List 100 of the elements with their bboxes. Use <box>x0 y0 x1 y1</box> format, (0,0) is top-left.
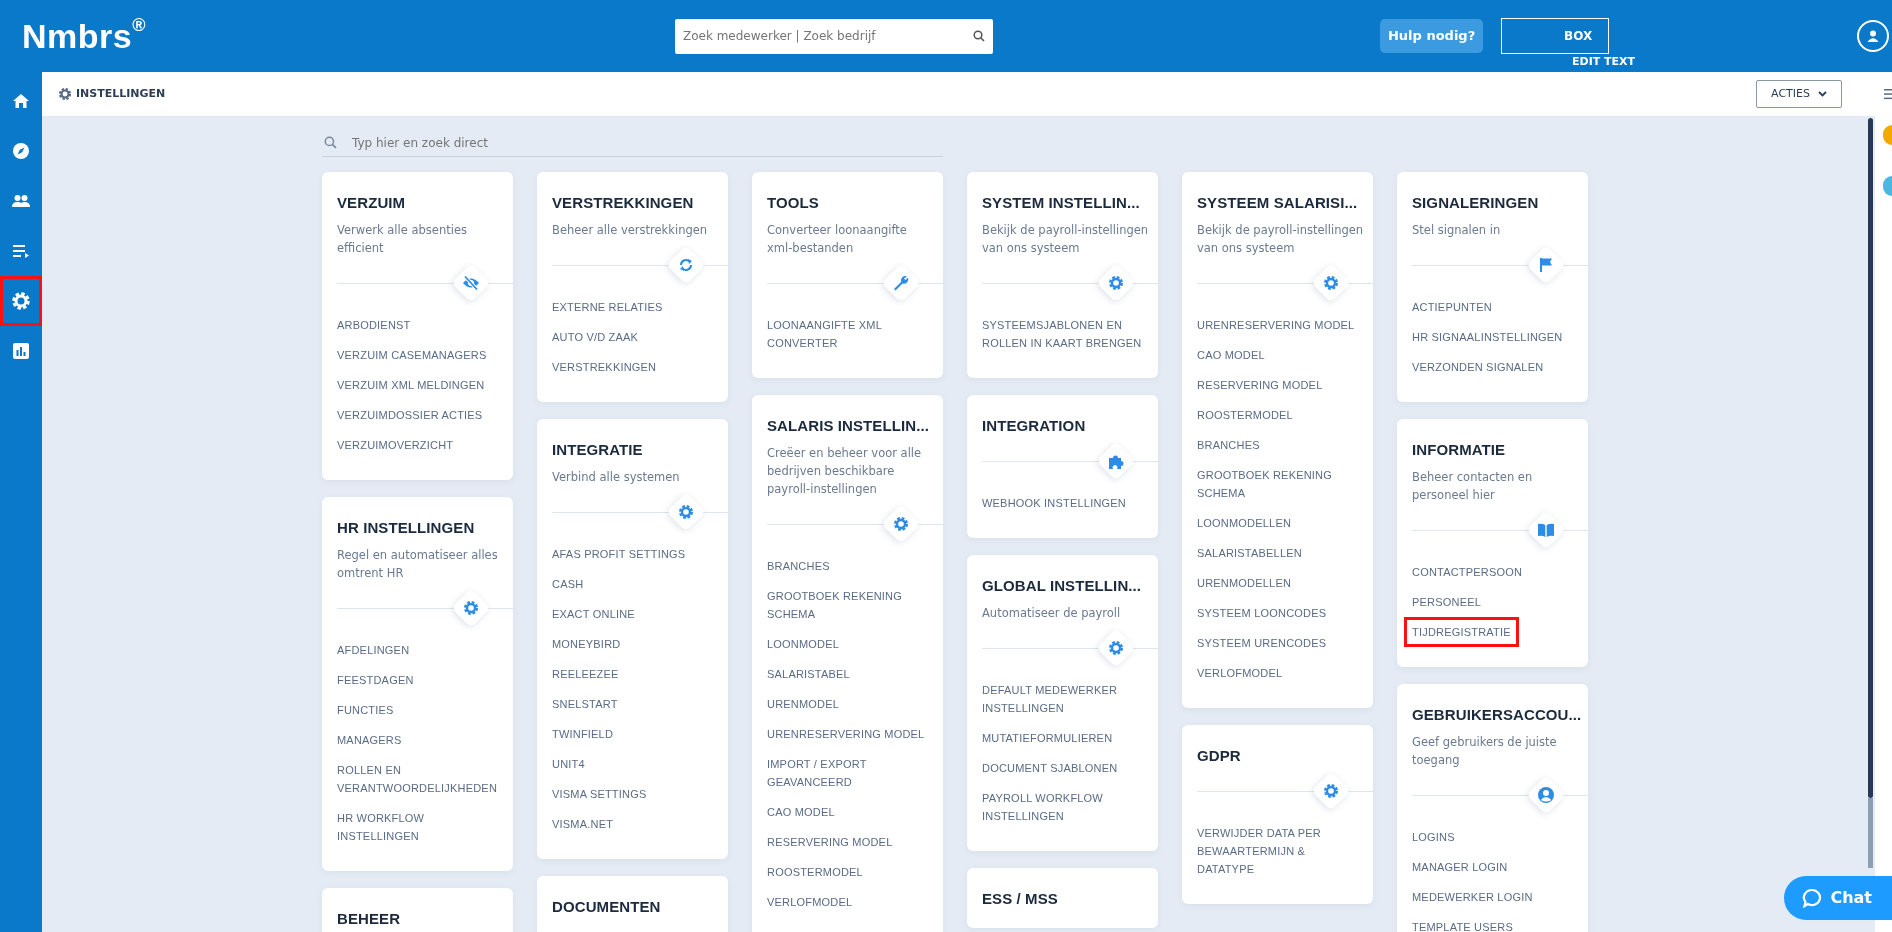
settings-link[interactable]: VISMA SETTINGS <box>544 779 655 809</box>
settings-link[interactable]: ROOSTERMODEL <box>1189 400 1301 430</box>
settings-link[interactable]: VISMA.NET <box>544 809 622 839</box>
settings-link[interactable]: IMPORT / EXPORT GEAVANCEERD <box>759 749 935 797</box>
settings-link[interactable]: URENMODEL <box>759 689 848 719</box>
settings-link[interactable]: AUTO V/D ZAAK <box>544 322 647 352</box>
card-description: Beheer alle verstrekkingen <box>552 222 709 239</box>
settings-link[interactable]: FEESTDAGEN <box>329 665 422 695</box>
card-title: INTEGRATIE <box>552 441 644 459</box>
user-icon <box>1526 775 1566 815</box>
settings-link[interactable]: VERWIJDER DATA PER BEWAARTERMIJN & DATATYPE <box>1189 818 1365 884</box>
settings-link[interactable]: FUNCTIES <box>329 695 402 725</box>
settings-link[interactable]: SNELSTART <box>544 689 626 719</box>
settings-link[interactable]: PAYROLL WORKFLOW INSTELLINGEN <box>974 783 1150 831</box>
sidebar-item[interactable] <box>0 276 42 326</box>
settings-link[interactable]: GROOTBOEK REKENING SCHEMA <box>1189 460 1365 508</box>
settings-link[interactable]: SYSTEEMSJABLONEN EN ROLLEN IN KAART BRENGEN <box>974 310 1150 358</box>
card-description: Bekijk de payroll-instellingen van ons systeem <box>982 222 1150 257</box>
search-field[interactable]: Typ hier en zoek direct <box>322 130 943 157</box>
card-title: SYSTEEM SALARISI... <box>1197 194 1359 212</box>
sync-icon <box>666 245 706 285</box>
puzzle-icon <box>1096 441 1136 481</box>
settings-link[interactable]: VERZUIM XML MELDINGEN <box>329 370 493 400</box>
settings-link[interactable]: MUTATIEFORMULIEREN <box>974 723 1121 753</box>
settings-link[interactable]: RESERVERING MODEL <box>1189 370 1331 400</box>
settings-link[interactable]: ROOSTERMODEL <box>759 857 871 887</box>
chat-icon <box>1802 888 1823 908</box>
settings-link[interactable]: CAO MODEL <box>759 797 843 827</box>
settings-link[interactable]: LOGINS <box>1404 822 1463 852</box>
settings-link[interactable]: WEBHOOK INSTELLINGEN <box>974 488 1134 518</box>
settings-link[interactable]: LOONAANGIFTE XML CONVERTER <box>759 310 935 358</box>
settings-link[interactable]: AFAS PROFIT SETTINGS <box>544 539 694 569</box>
settings-link[interactable]: CONTACTPERSOON <box>1404 557 1531 587</box>
settings-link[interactable]: VERZONDEN SIGNALEN <box>1404 352 1552 382</box>
scrollbar-thumb[interactable] <box>1868 118 1873 798</box>
settings-link[interactable]: PERSONEEL <box>1404 587 1490 617</box>
settings-link[interactable]: ROLLEN EN VERANTWOORDELIJKHEDEN <box>329 755 505 803</box>
settings-link[interactable]: MONEYBIRD <box>544 629 629 659</box>
settings-link[interactable]: SALARISTABELLEN <box>1189 538 1310 568</box>
settings-link[interactable]: BRANCHES <box>1189 430 1268 460</box>
settings-link[interactable]: CASH <box>544 569 592 599</box>
settings-link[interactable]: VERSTREKKINGEN <box>544 352 665 382</box>
settings-link[interactable]: LOONMODELLEN <box>1189 508 1300 538</box>
settings-link[interactable]: MEDEWERKER LOGIN <box>1404 882 1541 912</box>
actions-dropdown[interactable]: ACTIES <box>1756 79 1842 109</box>
card-title: SALARIS INSTELLIN... <box>767 417 930 435</box>
settings-link[interactable]: CAO MODEL <box>1189 340 1273 370</box>
settings-link[interactable]: EXACT ONLINE <box>544 599 643 629</box>
settings-link[interactable]: VERZUIM CASEMANAGERS <box>329 340 495 370</box>
chart-icon <box>12 342 30 360</box>
settings-link[interactable]: DOCUMENT SJABLONEN <box>974 753 1126 783</box>
settings-link[interactable]: VERLOFMODEL <box>759 887 861 917</box>
card-title: VERSTREKKINGEN <box>552 194 695 212</box>
card-description: Bekijk de payroll-instellingen van ons systeem <box>1197 222 1365 257</box>
card-description: Regel en automatiseer alles omtrent HR <box>337 547 499 582</box>
logo[interactable]: Nmbrs$^{®}$ <box>22 10 146 62</box>
settings-link[interactable]: SYSTEEM LOONCODES <box>1189 598 1335 628</box>
menu-icon[interactable] <box>1884 88 1892 100</box>
settings-link[interactable]: URENMODELLEN <box>1189 568 1300 598</box>
settings-link[interactable]: URENRESERVERING MODEL <box>1189 310 1363 340</box>
settings-link[interactable]: ARBODIENST <box>329 310 419 340</box>
settings-link[interactable]: SYSTEEM URENCODES <box>1189 628 1335 658</box>
settings-link[interactable]: REELEEZEE <box>544 659 627 689</box>
list-icon <box>12 243 30 259</box>
card-description: Beheer contacten en personeel hier <box>1412 469 1534 504</box>
settings-link[interactable]: VERZUIMOVERZICHT <box>329 430 462 460</box>
sandbox-button[interactable]: BOX <box>1501 18 1610 54</box>
settings-link[interactable]: MANAGER LOGIN <box>1404 852 1516 882</box>
help-button[interactable]: Hulp nodig? <box>1379 19 1484 53</box>
card-title: ESS / MSS <box>982 890 1059 908</box>
settings-link[interactable]: BRANCHES <box>759 551 838 581</box>
settings-link[interactable]: GROOTBOEK REKENING SCHEMA <box>759 581 935 629</box>
settings-link[interactable]: UNIT4 <box>544 749 593 779</box>
settings-link[interactable]: SALARISTABEL <box>759 659 858 689</box>
settings-icon <box>1096 628 1136 668</box>
settings-link[interactable]: DEFAULT MEDEWERKER INSTELLINGEN <box>974 675 1150 723</box>
avatar-icon[interactable] <box>1857 20 1889 52</box>
settings-icon <box>666 492 706 532</box>
search-field[interactable]: Zoek medewerker | Zoek bedrijf <box>674 18 993 54</box>
compass-icon <box>12 142 30 160</box>
settings-link[interactable]: TWINFIELD <box>544 719 622 749</box>
settings-link[interactable]: RESERVERING MODEL <box>759 827 901 857</box>
settings-link[interactable]: AFDELINGEN <box>329 635 418 665</box>
notification-icon[interactable] <box>1883 176 1892 196</box>
book-icon <box>1526 510 1566 550</box>
settings-link[interactable]: TEMPLATE USERS <box>1404 912 1521 932</box>
caret-icon <box>1818 91 1827 97</box>
settings-link[interactable]: ACTIEPUNTEN <box>1404 292 1500 322</box>
settings-link[interactable]: HR WORKFLOW INSTELLINGEN <box>329 803 505 851</box>
settings-link[interactable]: VERZUIMDOSSIER ACTIES <box>329 400 491 430</box>
settings-link[interactable]: EXTERNE RELATIES <box>544 292 671 322</box>
settings-icon <box>58 87 72 101</box>
settings-link[interactable]: TIJDREGISTRATIE <box>1404 617 1519 647</box>
wrench-icon <box>881 263 921 303</box>
settings-link[interactable]: LOONMODEL <box>759 629 848 659</box>
settings-link[interactable]: VERLOFMODEL <box>1189 658 1291 688</box>
settings-link[interactable]: MANAGERS <box>329 725 410 755</box>
settings-link[interactable]: HR SIGNAALINSTELLINGEN <box>1404 322 1571 352</box>
card-title: VERZUIM <box>337 194 407 212</box>
settings-link[interactable]: URENRESERVERING MODEL <box>759 719 933 749</box>
